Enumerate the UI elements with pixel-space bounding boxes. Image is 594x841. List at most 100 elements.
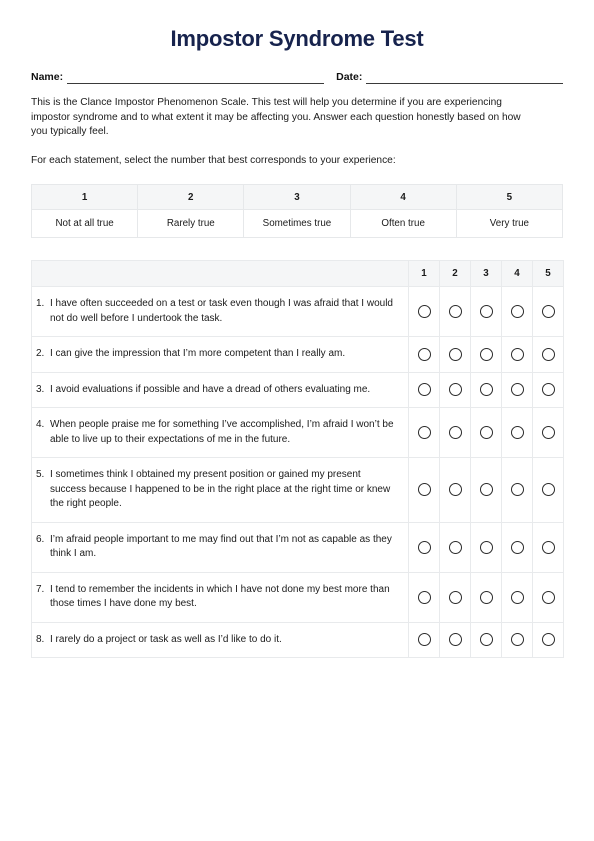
- radio-button[interactable]: [510, 633, 524, 647]
- radio-button[interactable]: [448, 426, 462, 440]
- option-cell-1[interactable]: [408, 407, 440, 459]
- option-cell-1[interactable]: [408, 457, 440, 523]
- radio-button[interactable]: [479, 633, 493, 647]
- option-cell-3[interactable]: [470, 336, 502, 373]
- page-title: Impostor Syndrome Test: [170, 26, 424, 51]
- radio-button[interactable]: [479, 590, 493, 604]
- question-cell: 2. I can give the impression that I’m mor…: [31, 336, 409, 373]
- name-label: Name:: [31, 71, 64, 83]
- scale-label-3: Sometimes true: [243, 209, 351, 239]
- option-cell-4[interactable]: [501, 457, 533, 523]
- option-cell-2[interactable]: [439, 407, 471, 459]
- option-cell-5[interactable]: [532, 407, 564, 459]
- radio-button[interactable]: [479, 540, 493, 554]
- option-cell-3[interactable]: [470, 457, 502, 523]
- radio-button[interactable]: [448, 347, 462, 361]
- scale-number-2: 2: [137, 184, 245, 211]
- radio-button[interactable]: [479, 383, 493, 397]
- radio-button[interactable]: [417, 483, 431, 497]
- option-cell-4[interactable]: [501, 336, 533, 373]
- radio-button[interactable]: [417, 305, 431, 319]
- option-cell-2[interactable]: [439, 621, 471, 659]
- option-cell-5[interactable]: [532, 457, 564, 523]
- radio-button[interactable]: [541, 426, 555, 440]
- option-cell-4[interactable]: [501, 521, 533, 573]
- radio-button[interactable]: [448, 590, 462, 604]
- radio-button[interactable]: [541, 540, 555, 554]
- question-cell: 8. I rarely do a project or task as well …: [31, 621, 409, 659]
- option-cell-5[interactable]: [532, 371, 564, 409]
- option-cell-3[interactable]: [470, 371, 502, 409]
- option-cell-1[interactable]: [408, 521, 440, 573]
- scale-number-4: 4: [349, 184, 457, 211]
- radio-button[interactable]: [510, 347, 524, 361]
- radio-button[interactable]: [417, 633, 431, 647]
- radio-button[interactable]: [510, 540, 524, 554]
- table-row: 8. I rarely do a project or task as well …: [31, 621, 564, 659]
- radio-button[interactable]: [448, 540, 462, 554]
- radio-button[interactable]: [448, 305, 462, 319]
- option-cell-2[interactable]: [439, 521, 471, 573]
- question-number: 5.: [36, 469, 45, 481]
- option-cell-4[interactable]: [501, 621, 533, 659]
- radio-button[interactable]: [479, 305, 493, 319]
- radio-button[interactable]: [417, 347, 431, 361]
- option-cell-5[interactable]: [532, 621, 564, 659]
- option-cell-4[interactable]: [501, 371, 533, 409]
- radio-button[interactable]: [510, 383, 524, 397]
- question-cell: 7. I tend to remember the incidents in wh…: [31, 571, 409, 623]
- date-input-line[interactable]: [366, 71, 563, 84]
- radio-button[interactable]: [448, 483, 462, 497]
- option-cell-1[interactable]: [408, 371, 440, 409]
- radio-button[interactable]: [417, 426, 431, 440]
- radio-button[interactable]: [448, 633, 462, 647]
- option-cell-2[interactable]: [439, 457, 471, 523]
- table-row: 1. I have often succeeded on a test or ta…: [31, 286, 564, 338]
- radio-button[interactable]: [510, 590, 524, 604]
- radio-button[interactable]: [479, 347, 493, 361]
- radio-button[interactable]: [479, 426, 493, 440]
- radio-button[interactable]: [417, 590, 431, 604]
- option-cell-4[interactable]: [501, 407, 533, 459]
- option-cell-3[interactable]: [470, 521, 502, 573]
- radio-button[interactable]: [541, 305, 555, 319]
- radio-button[interactable]: [541, 483, 555, 497]
- option-cell-1[interactable]: [408, 286, 440, 338]
- option-cell-2[interactable]: [439, 371, 471, 409]
- question-cell: 1. I have often succeeded on a test or ta…: [31, 286, 409, 338]
- radio-button[interactable]: [417, 540, 431, 554]
- option-cell-5[interactable]: [532, 571, 564, 623]
- question-number: 6.: [36, 533, 45, 545]
- radio-button[interactable]: [510, 426, 524, 440]
- option-cell-3[interactable]: [470, 571, 502, 623]
- radio-button[interactable]: [417, 383, 431, 397]
- radio-button[interactable]: [541, 347, 555, 361]
- option-cell-4[interactable]: [501, 286, 533, 338]
- option-cell-5[interactable]: [532, 336, 564, 373]
- option-cell-2[interactable]: [439, 336, 471, 373]
- name-input-line[interactable]: [67, 71, 325, 84]
- option-cell-2[interactable]: [439, 571, 471, 623]
- option-cell-1[interactable]: [408, 336, 440, 373]
- option-cell-1[interactable]: [408, 621, 440, 659]
- question-number: 1.: [36, 298, 45, 310]
- option-cell-3[interactable]: [470, 407, 502, 459]
- option-cell-5[interactable]: [532, 521, 564, 573]
- radio-button[interactable]: [510, 305, 524, 319]
- radio-button[interactable]: [541, 383, 555, 397]
- option-cell-2[interactable]: [439, 286, 471, 338]
- option-cell-4[interactable]: [501, 571, 533, 623]
- radio-button[interactable]: [448, 383, 462, 397]
- question-text: I can give the impression that I’m more …: [50, 348, 346, 360]
- radio-button[interactable]: [510, 483, 524, 497]
- option-cell-3[interactable]: [470, 286, 502, 338]
- question-cell: 6. I’m afraid people important to me may …: [31, 521, 409, 573]
- radio-button[interactable]: [541, 590, 555, 604]
- table-row: 2. I can give the impression that I’m mor…: [31, 336, 564, 373]
- option-cell-1[interactable]: [408, 571, 440, 623]
- radio-button[interactable]: [479, 483, 493, 497]
- option-cell-5[interactable]: [532, 286, 564, 338]
- table-row: 3. I avoid evaluations if possible and ha…: [31, 371, 564, 409]
- radio-button[interactable]: [541, 633, 555, 647]
- option-cell-3[interactable]: [470, 621, 502, 659]
